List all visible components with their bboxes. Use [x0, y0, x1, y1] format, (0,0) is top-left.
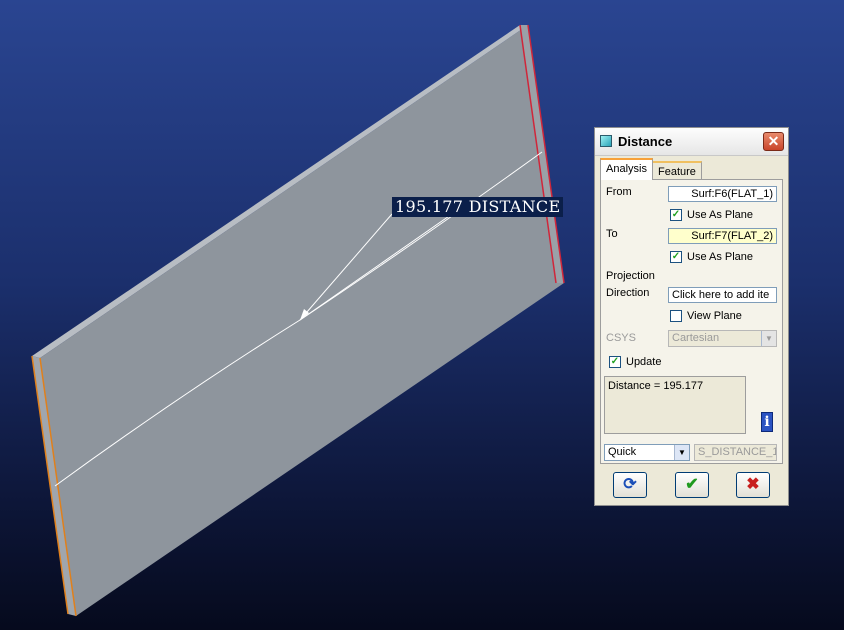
- csys-select-value: Cartesian: [672, 332, 720, 344]
- projection-direction-field[interactable]: Click here to add ite: [668, 287, 777, 303]
- dialog-titlebar[interactable]: Distance ✕: [595, 128, 788, 156]
- csys-select[interactable]: Cartesian ▼: [668, 330, 777, 347]
- from-use-as-plane-label: Use As Plane: [687, 209, 754, 221]
- mode-dropdown-chevron-icon: ▼: [674, 445, 689, 460]
- tab-analysis[interactable]: Analysis: [600, 158, 653, 180]
- direction-label: Direction: [606, 287, 650, 299]
- view-plane-checkbox[interactable]: [670, 310, 682, 322]
- to-use-as-plane-label: Use As Plane: [687, 251, 754, 263]
- csys-label: CSYS: [606, 332, 636, 344]
- dimension-label[interactable]: 195.177 DISTANCE: [392, 197, 564, 217]
- dialog-window-icon: [600, 135, 612, 147]
- part-face[interactable]: [40, 25, 564, 616]
- from-reference-field[interactable]: Surf:F6(FLAT_1): [668, 186, 777, 202]
- csys-dropdown-chevron-icon: ▼: [761, 331, 776, 346]
- result-text: Distance = 195.177: [608, 380, 704, 392]
- from-label: From: [606, 186, 632, 198]
- mode-select[interactable]: Quick ▼: [604, 444, 690, 461]
- ok-button[interactable]: ✔: [675, 472, 709, 498]
- projection-label: Projection: [606, 270, 655, 282]
- update-label: Update: [626, 356, 662, 368]
- dialog-title: Distance: [618, 134, 673, 149]
- repeat-button[interactable]: ⟳: [613, 472, 647, 498]
- feature-name-field[interactable]: S_DISTANCE_1: [694, 444, 777, 461]
- from-use-as-plane-checkbox[interactable]: ✓: [670, 209, 682, 221]
- to-use-as-plane-checkbox[interactable]: ✓: [670, 251, 682, 263]
- info-icon[interactable]: i: [761, 412, 773, 432]
- tab-feature[interactable]: Feature: [652, 161, 702, 180]
- distance-dialog: Distance ✕ Analysis Feature From Surf:F6…: [594, 127, 789, 506]
- cancel-button[interactable]: ✖: [736, 472, 770, 498]
- to-label: To: [606, 228, 618, 240]
- view-plane-label: View Plane: [687, 310, 742, 322]
- analysis-panel: From Surf:F6(FLAT_1) ✓ Use As Plane To S…: [600, 179, 783, 464]
- to-reference-field[interactable]: Surf:F7(FLAT_2): [668, 228, 777, 244]
- close-button[interactable]: ✕: [763, 132, 784, 151]
- update-checkbox[interactable]: ✓: [609, 356, 621, 368]
- result-display: Distance = 195.177: [604, 376, 746, 434]
- mode-select-value: Quick: [608, 446, 637, 458]
